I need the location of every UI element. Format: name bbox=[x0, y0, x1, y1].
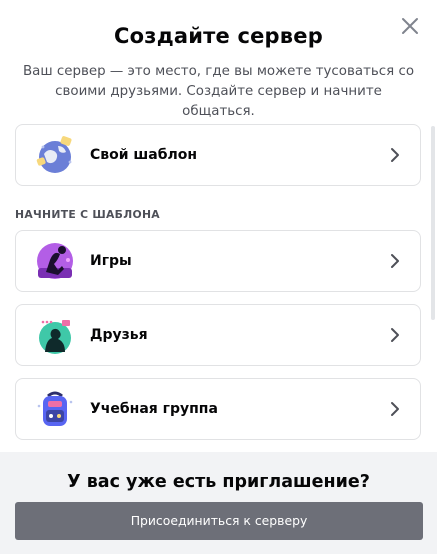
footer-title: У вас уже есть приглашение? bbox=[67, 472, 370, 492]
section-label: НАЧНИТЕ С ШАБЛОНА bbox=[15, 208, 160, 221]
template-option-gaming[interactable]: Игры bbox=[15, 230, 421, 292]
option-label: Друзья bbox=[90, 327, 148, 343]
option-label: Учебная группа bbox=[90, 401, 218, 417]
create-server-modal: Создайте сервер Ваш сервер — это место, … bbox=[0, 0, 437, 554]
gaming-icon bbox=[37, 243, 73, 279]
template-option-study-group[interactable]: Учебная группа bbox=[15, 378, 421, 440]
chevron-right-icon bbox=[391, 328, 399, 342]
friends-icon bbox=[39, 320, 71, 354]
option-label: Игры bbox=[90, 253, 132, 269]
own-template-option[interactable]: Свой шаблон bbox=[15, 124, 421, 186]
join-server-button[interactable]: Присоединиться к серверу bbox=[15, 502, 423, 540]
modal-subtitle: Ваш сервер — это место, где вы можете ту… bbox=[22, 64, 415, 119]
chevron-right-icon bbox=[391, 254, 399, 268]
backpack-icon bbox=[37, 391, 73, 426]
option-label: Свой шаблон bbox=[90, 147, 198, 163]
chevron-right-icon bbox=[391, 148, 399, 162]
globe-icon bbox=[36, 136, 72, 173]
template-option-friends[interactable]: Друзья bbox=[15, 304, 421, 366]
chevron-right-icon bbox=[391, 402, 399, 416]
scrollbar[interactable] bbox=[431, 126, 435, 320]
modal-title: Создайте сервер bbox=[114, 24, 323, 48]
modal-footer: У вас уже есть приглашение? Присоединить… bbox=[0, 452, 437, 554]
